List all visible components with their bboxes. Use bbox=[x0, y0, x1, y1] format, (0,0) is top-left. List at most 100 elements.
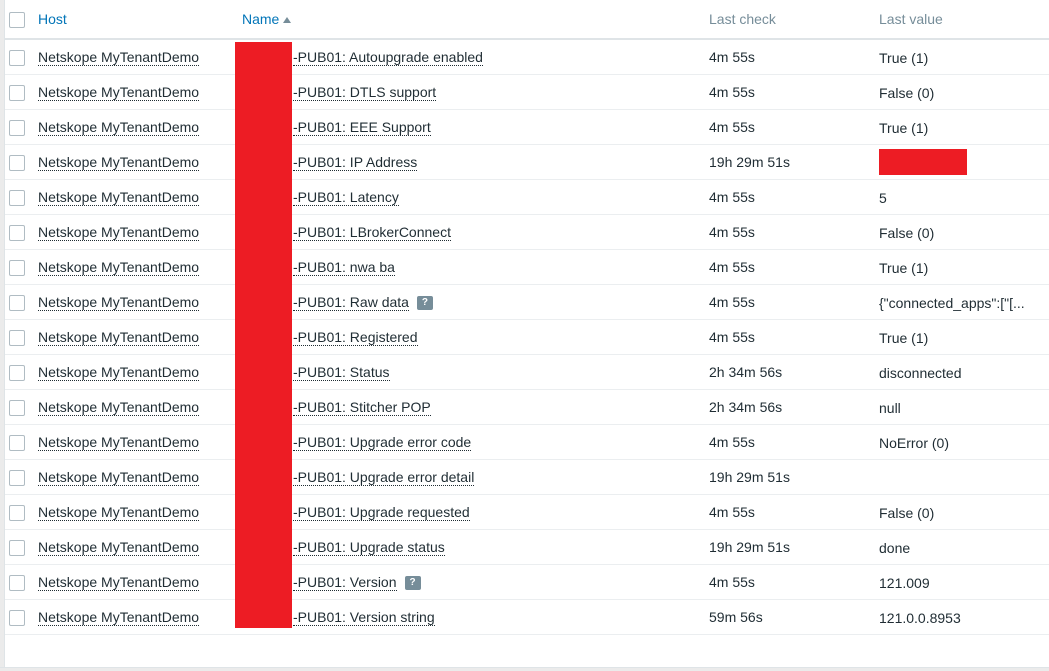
row-checkbox[interactable] bbox=[9, 224, 25, 241]
last-check-cell: 4m 55s bbox=[709, 179, 879, 215]
last-check-cell: 19h 29m 51s bbox=[709, 144, 879, 180]
item-name-cell: -PUB01: DTLS support bbox=[242, 74, 709, 110]
row-checkbox[interactable] bbox=[9, 609, 25, 626]
row-checkbox[interactable] bbox=[9, 364, 25, 381]
select-all-checkbox[interactable] bbox=[9, 11, 25, 28]
item-name-link[interactable]: -PUB01: Upgrade error detail bbox=[293, 469, 475, 486]
last-value-cell: 121.009 bbox=[879, 564, 1049, 600]
table-row: Netskope MyTenantDemo -PUB01: Autoupgrade… bbox=[5, 39, 1049, 75]
column-header-host: Host bbox=[38, 0, 242, 40]
last-value-cell bbox=[879, 459, 1049, 495]
item-name-cell: -PUB01: nwa ba bbox=[242, 249, 709, 285]
last-value-cell: {"connected_apps":["[... bbox=[879, 284, 1049, 320]
item-name-link[interactable]: -PUB01: IP Address bbox=[293, 154, 418, 171]
redaction-block-names bbox=[235, 42, 292, 628]
item-name-cell: -PUB01: EEE Support bbox=[242, 109, 709, 145]
item-name-cell: -PUB01: IP Address bbox=[242, 144, 709, 180]
host-cell: Netskope MyTenantDemo bbox=[38, 284, 242, 320]
row-select-cell bbox=[5, 494, 38, 530]
host-link[interactable]: Netskope MyTenantDemo bbox=[38, 574, 200, 591]
last-check-cell: 4m 55s bbox=[709, 214, 879, 250]
row-checkbox[interactable] bbox=[9, 49, 25, 66]
item-name-link[interactable]: -PUB01: Status bbox=[293, 364, 390, 381]
column-header-last-check: Last check bbox=[709, 0, 879, 40]
last-check-cell: 4m 55s bbox=[709, 319, 879, 355]
last-check-cell: 2h 34m 56s bbox=[709, 354, 879, 390]
host-link[interactable]: Netskope MyTenantDemo bbox=[38, 364, 200, 381]
host-link[interactable]: Netskope MyTenantDemo bbox=[38, 609, 200, 626]
select-all-cell bbox=[5, 0, 38, 40]
latest-data-table: Host Name Last check Last value Netskope… bbox=[5, 0, 1049, 635]
last-check-cell: 4m 55s bbox=[709, 284, 879, 320]
host-link[interactable]: Netskope MyTenantDemo bbox=[38, 224, 200, 241]
row-select-cell bbox=[5, 249, 38, 285]
item-name-cell: -PUB01: Upgrade requested bbox=[242, 494, 709, 530]
column-header-last-value: Last value bbox=[879, 0, 1049, 40]
host-link[interactable]: Netskope MyTenantDemo bbox=[38, 539, 200, 556]
host-link[interactable]: Netskope MyTenantDemo bbox=[38, 49, 200, 66]
item-name-link[interactable]: -PUB01: Version bbox=[293, 574, 397, 591]
row-checkbox[interactable] bbox=[9, 539, 25, 556]
host-link[interactable]: Netskope MyTenantDemo bbox=[38, 154, 200, 171]
host-link[interactable]: Netskope MyTenantDemo bbox=[38, 469, 200, 486]
row-checkbox[interactable] bbox=[9, 574, 25, 591]
row-checkbox[interactable] bbox=[9, 399, 25, 416]
table-row: Netskope MyTenantDemo -PUB01: LBrokerConn… bbox=[5, 214, 1049, 250]
item-name-link[interactable]: -PUB01: Latency bbox=[293, 189, 399, 206]
last-value-cell bbox=[879, 144, 1049, 180]
row-select-cell bbox=[5, 74, 38, 110]
sort-by-name-link[interactable]: Name bbox=[242, 11, 279, 27]
last-value-cell: NoError (0) bbox=[879, 424, 1049, 460]
item-name-cell: -PUB01: Registered bbox=[242, 319, 709, 355]
row-checkbox[interactable] bbox=[9, 189, 25, 206]
host-cell: Netskope MyTenantDemo bbox=[38, 74, 242, 110]
host-link[interactable]: Netskope MyTenantDemo bbox=[38, 329, 200, 346]
item-name-cell: -PUB01: Upgrade error detail bbox=[242, 459, 709, 495]
row-checkbox[interactable] bbox=[9, 434, 25, 451]
item-name-link[interactable]: -PUB01: DTLS support bbox=[293, 84, 437, 101]
item-name-cell: -PUB01: Autoupgrade enabled bbox=[242, 39, 709, 75]
item-name-link[interactable]: -PUB01: nwa ba bbox=[293, 259, 395, 276]
table-row: Netskope MyTenantDemo -PUB01: Stitcher PO… bbox=[5, 389, 1049, 425]
row-checkbox[interactable] bbox=[9, 469, 25, 486]
last-check-cell: 4m 55s bbox=[709, 109, 879, 145]
host-link[interactable]: Netskope MyTenantDemo bbox=[38, 189, 200, 206]
item-name-link[interactable]: -PUB01: Upgrade error code bbox=[293, 434, 472, 451]
item-name-link[interactable]: -PUB01: Stitcher POP bbox=[293, 399, 431, 416]
row-checkbox[interactable] bbox=[9, 154, 25, 171]
sort-by-host-link[interactable]: Host bbox=[38, 11, 67, 27]
item-name-link[interactable]: -PUB01: Upgrade status bbox=[293, 539, 445, 556]
item-name-cell: -PUB01: Stitcher POP bbox=[242, 389, 709, 425]
item-name-link[interactable]: -PUB01: Autoupgrade enabled bbox=[293, 49, 483, 66]
item-name-link[interactable]: -PUB01: EEE Support bbox=[293, 119, 431, 136]
item-name-link[interactable]: -PUB01: LBrokerConnect bbox=[293, 224, 451, 241]
host-link[interactable]: Netskope MyTenantDemo bbox=[38, 259, 200, 276]
host-link[interactable]: Netskope MyTenantDemo bbox=[38, 434, 200, 451]
item-name-link[interactable]: -PUB01: Registered bbox=[293, 329, 418, 346]
host-cell: Netskope MyTenantDemo bbox=[38, 144, 242, 180]
row-checkbox[interactable] bbox=[9, 259, 25, 276]
last-value-text: {"connected_apps":["[... bbox=[879, 294, 1025, 311]
host-link[interactable]: Netskope MyTenantDemo bbox=[38, 504, 200, 521]
item-name-link[interactable]: -PUB01: Raw data bbox=[293, 294, 409, 311]
host-cell: Netskope MyTenantDemo bbox=[38, 459, 242, 495]
row-checkbox[interactable] bbox=[9, 119, 25, 136]
help-hint-icon[interactable]: ? bbox=[416, 296, 433, 310]
help-hint-icon[interactable]: ? bbox=[404, 576, 421, 590]
last-value-cell: disconnected bbox=[879, 354, 1049, 390]
item-name-link[interactable]: -PUB01: Version string bbox=[293, 609, 435, 626]
table-row: Netskope MyTenantDemo -PUB01: IP Address 1… bbox=[5, 144, 1049, 180]
host-link[interactable]: Netskope MyTenantDemo bbox=[38, 294, 200, 311]
item-name-link[interactable]: -PUB01: Upgrade requested bbox=[293, 504, 470, 521]
last-value-cell: True (1) bbox=[879, 249, 1049, 285]
row-select-cell bbox=[5, 214, 38, 250]
row-checkbox[interactable] bbox=[9, 294, 25, 311]
last-value-cell: True (1) bbox=[879, 319, 1049, 355]
row-checkbox[interactable] bbox=[9, 329, 25, 346]
host-link[interactable]: Netskope MyTenantDemo bbox=[38, 119, 200, 136]
row-checkbox[interactable] bbox=[9, 84, 25, 101]
row-select-cell bbox=[5, 389, 38, 425]
host-link[interactable]: Netskope MyTenantDemo bbox=[38, 84, 200, 101]
row-checkbox[interactable] bbox=[9, 504, 25, 521]
host-link[interactable]: Netskope MyTenantDemo bbox=[38, 399, 200, 416]
